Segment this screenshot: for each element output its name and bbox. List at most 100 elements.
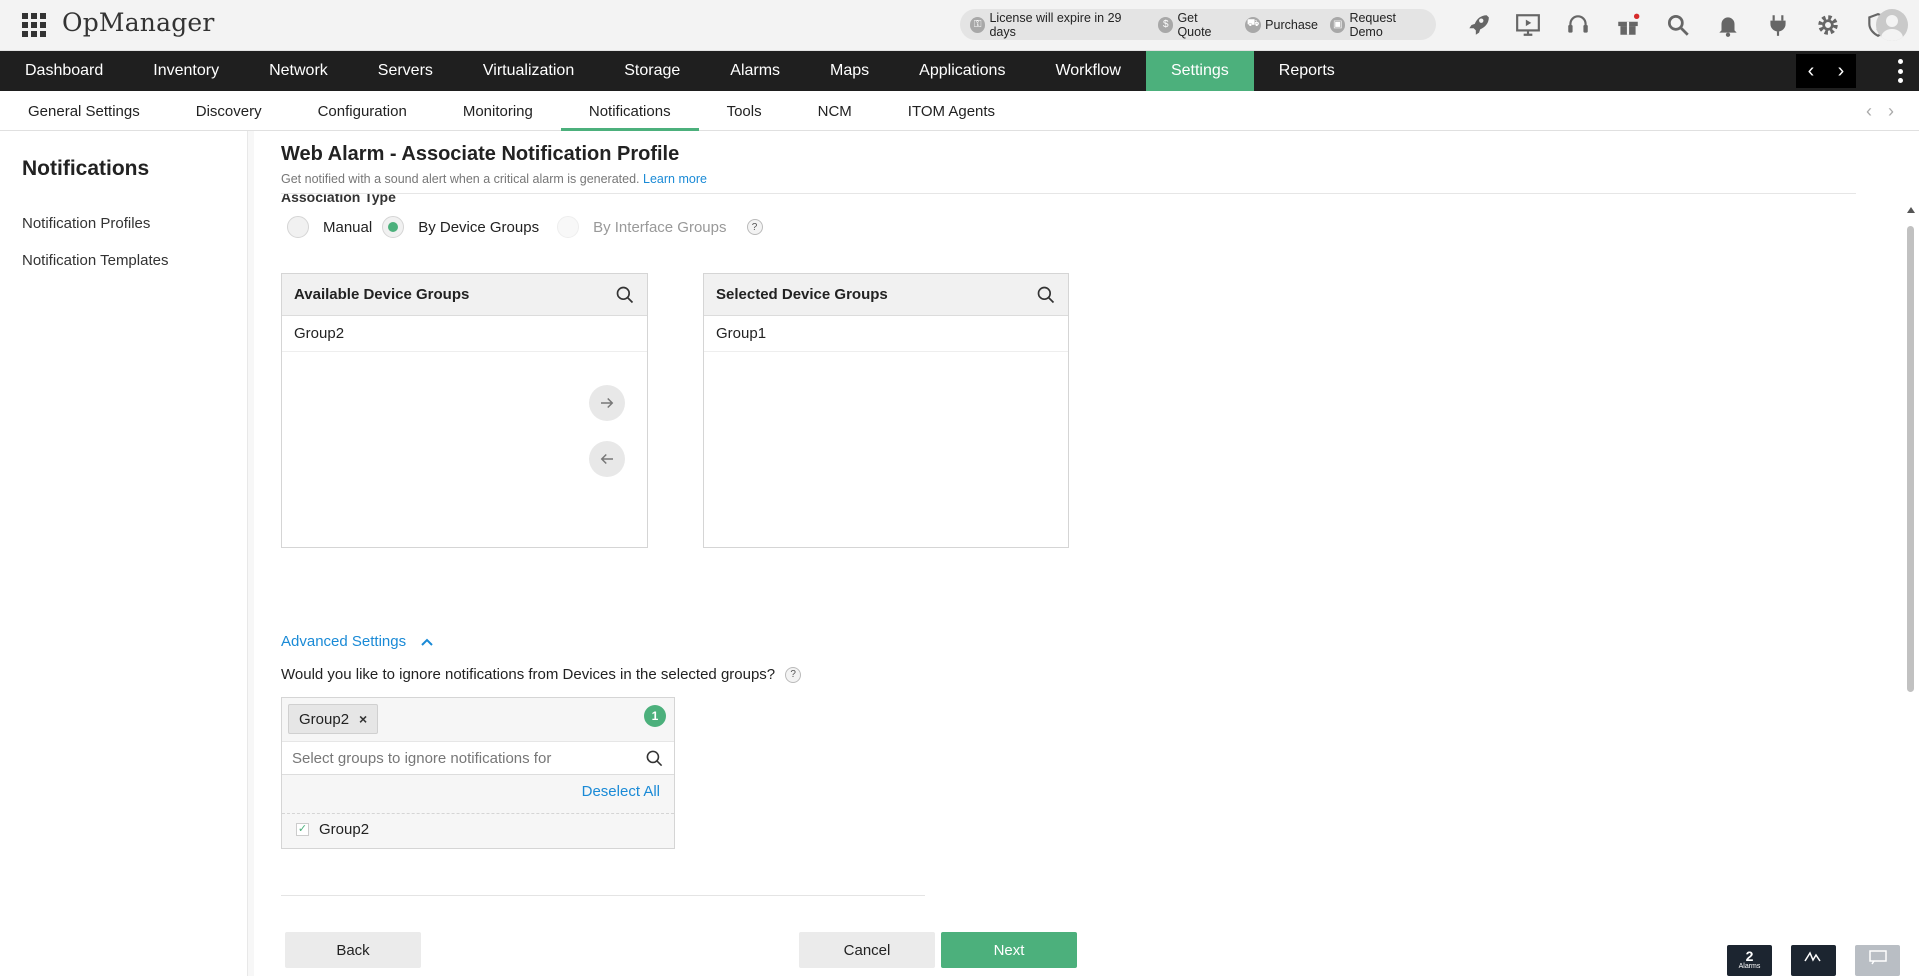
more-vertical-icon[interactable] bbox=[1898, 59, 1904, 83]
sidebar-item-notification-profiles[interactable]: Notification Profiles bbox=[22, 215, 150, 232]
move-left-button[interactable] bbox=[589, 441, 625, 477]
search-icon[interactable] bbox=[615, 285, 635, 305]
tab-notifications[interactable]: Notifications bbox=[560, 91, 699, 131]
top-bar: OpManager ⚿ License will expire in 29 da… bbox=[0, 0, 1919, 51]
help-icon[interactable]: ? bbox=[785, 666, 802, 683]
search-icon[interactable] bbox=[1653, 10, 1703, 40]
available-groups-title: Available Device Groups bbox=[294, 286, 470, 303]
tab-discovery[interactable]: Discovery bbox=[168, 91, 290, 131]
nav-network[interactable]: Network bbox=[244, 51, 353, 91]
page-title: Web Alarm - Associate Notification Profi… bbox=[281, 143, 680, 165]
tab-monitoring[interactable]: Monitoring bbox=[435, 91, 561, 131]
nav-dashboard[interactable]: Dashboard bbox=[0, 51, 128, 91]
available-groups-header: Available Device Groups bbox=[282, 274, 647, 316]
learn-more-link[interactable]: Learn more bbox=[643, 172, 707, 186]
ignore-groups-multiselect: Group2 × 1 Deselect All ✓ Group2 bbox=[281, 697, 675, 849]
nav-settings[interactable]: Settings bbox=[1145, 51, 1254, 91]
apps-grid-icon[interactable] bbox=[22, 13, 46, 37]
deselect-all-link[interactable]: Deselect All bbox=[582, 783, 660, 800]
nav-workflow[interactable]: Workflow bbox=[1030, 51, 1146, 91]
chevron-right-icon[interactable]: › bbox=[1888, 101, 1894, 122]
advanced-settings-toggle[interactable]: Advanced Settings bbox=[281, 633, 434, 650]
selected-groups-box: Selected Device Groups Group1 bbox=[703, 273, 1069, 548]
sidebar-title: Notifications bbox=[22, 157, 150, 180]
purchase-link[interactable]: ⛟ Purchase bbox=[1245, 16, 1318, 33]
association-type-label: Association Type bbox=[281, 193, 396, 205]
chevron-left-icon[interactable]: ‹ bbox=[1866, 101, 1872, 122]
rocket-icon[interactable] bbox=[1453, 10, 1503, 40]
cancel-button[interactable]: Cancel bbox=[799, 932, 935, 968]
vertical-scrollbar[interactable] bbox=[1904, 203, 1918, 976]
scroll-thumb[interactable] bbox=[1907, 226, 1914, 692]
selected-groups-header: Selected Device Groups bbox=[704, 274, 1068, 316]
main-content: Web Alarm - Associate Notification Profi… bbox=[248, 131, 1919, 976]
presentation-icon[interactable] bbox=[1503, 10, 1553, 40]
signature-icon bbox=[1803, 951, 1821, 962]
list-item[interactable]: Group2 bbox=[282, 316, 647, 352]
request-demo-label: Request Demo bbox=[1349, 10, 1397, 39]
move-right-button[interactable] bbox=[589, 385, 625, 421]
headset-icon[interactable] bbox=[1553, 10, 1603, 40]
close-icon[interactable]: × bbox=[359, 711, 367, 727]
bell-icon[interactable] bbox=[1703, 10, 1753, 40]
next-button[interactable]: Next bbox=[941, 932, 1077, 968]
nav-servers[interactable]: Servers bbox=[353, 51, 458, 91]
license-icon: ⚿ bbox=[970, 16, 986, 33]
search-icon[interactable] bbox=[645, 749, 664, 768]
alarms-label: Alarms bbox=[1738, 963, 1761, 970]
ignore-groups-search-input[interactable] bbox=[292, 749, 612, 767]
gear-icon[interactable] bbox=[1803, 10, 1853, 40]
sub-nav: General Settings Discovery Configuration… bbox=[0, 91, 1919, 131]
scroll-up-arrow[interactable] bbox=[1907, 207, 1915, 213]
nav-reports[interactable]: Reports bbox=[1254, 51, 1360, 91]
nav-applications[interactable]: Applications bbox=[894, 51, 1030, 91]
plug-icon[interactable] bbox=[1753, 10, 1803, 40]
get-quote-link[interactable]: $ Get Quote bbox=[1158, 11, 1233, 39]
selected-groups-title: Selected Device Groups bbox=[716, 286, 888, 303]
tab-itom-agents[interactable]: ITOM Agents bbox=[880, 91, 1023, 131]
nav-virtualization[interactable]: Virtualization bbox=[458, 51, 599, 91]
chat-icon bbox=[1868, 950, 1887, 965]
license-info[interactable]: ⚿ License will expire in 29 days bbox=[970, 11, 1146, 39]
sidebar-item-notification-templates[interactable]: Notification Templates bbox=[22, 252, 168, 269]
selected-chip: Group2 × bbox=[288, 704, 379, 734]
chevron-up-icon bbox=[421, 638, 433, 646]
license-text: License will expire in 29 days bbox=[989, 10, 1122, 39]
help-icon[interactable]: ? bbox=[746, 219, 763, 235]
nav-alarms[interactable]: Alarms bbox=[705, 51, 805, 91]
radio-manual[interactable] bbox=[287, 216, 309, 238]
radio-device-groups[interactable] bbox=[382, 216, 405, 238]
tab-tools[interactable]: Tools bbox=[699, 91, 790, 131]
radio-manual-label: Manual bbox=[323, 218, 373, 236]
tab-configuration[interactable]: Configuration bbox=[290, 91, 435, 131]
brand-logo[interactable]: OpManager bbox=[62, 8, 215, 37]
chip-label: Group2 bbox=[299, 710, 350, 728]
ignore-question-text: Would you like to ignore notifications f… bbox=[281, 666, 776, 683]
chevron-right-icon[interactable]: › bbox=[1826, 54, 1856, 88]
back-button[interactable]: Back bbox=[285, 932, 421, 968]
nav-maps[interactable]: Maps bbox=[805, 51, 894, 91]
radio-interface-groups-label: By Interface Groups bbox=[593, 218, 727, 236]
chevron-left-icon[interactable]: ‹ bbox=[1796, 54, 1826, 88]
alarms-count: 2 bbox=[1745, 948, 1754, 964]
list-item[interactable]: Group1 bbox=[704, 316, 1068, 352]
tab-general-settings[interactable]: General Settings bbox=[0, 91, 168, 131]
option-group2[interactable]: ✓ Group2 bbox=[296, 821, 369, 838]
ignore-question: Would you like to ignore notifications f… bbox=[281, 666, 802, 683]
gift-icon[interactable] bbox=[1603, 10, 1653, 40]
checkbox-checked[interactable]: ✓ bbox=[296, 823, 309, 836]
cart-icon: ⛟ bbox=[1245, 16, 1262, 33]
chat-widget[interactable] bbox=[1855, 945, 1900, 976]
main-nav: Dashboard Inventory Network Servers Virt… bbox=[0, 51, 1919, 91]
search-icon[interactable] bbox=[1036, 285, 1056, 305]
top-icon-bar bbox=[1453, 10, 1903, 40]
user-avatar[interactable] bbox=[1876, 9, 1908, 41]
request-demo-link[interactable]: ▣ Request Demo bbox=[1329, 10, 1430, 39]
tab-ncm[interactable]: NCM bbox=[790, 91, 880, 131]
radio-interface-groups[interactable] bbox=[557, 216, 580, 238]
nav-inventory[interactable]: Inventory bbox=[128, 51, 244, 91]
chart-widget[interactable] bbox=[1791, 945, 1836, 976]
alarms-widget[interactable]: 2 Alarms bbox=[1727, 945, 1772, 976]
nav-storage[interactable]: Storage bbox=[599, 51, 705, 91]
sidebar: Notifications Notification Profiles Noti… bbox=[0, 131, 248, 976]
